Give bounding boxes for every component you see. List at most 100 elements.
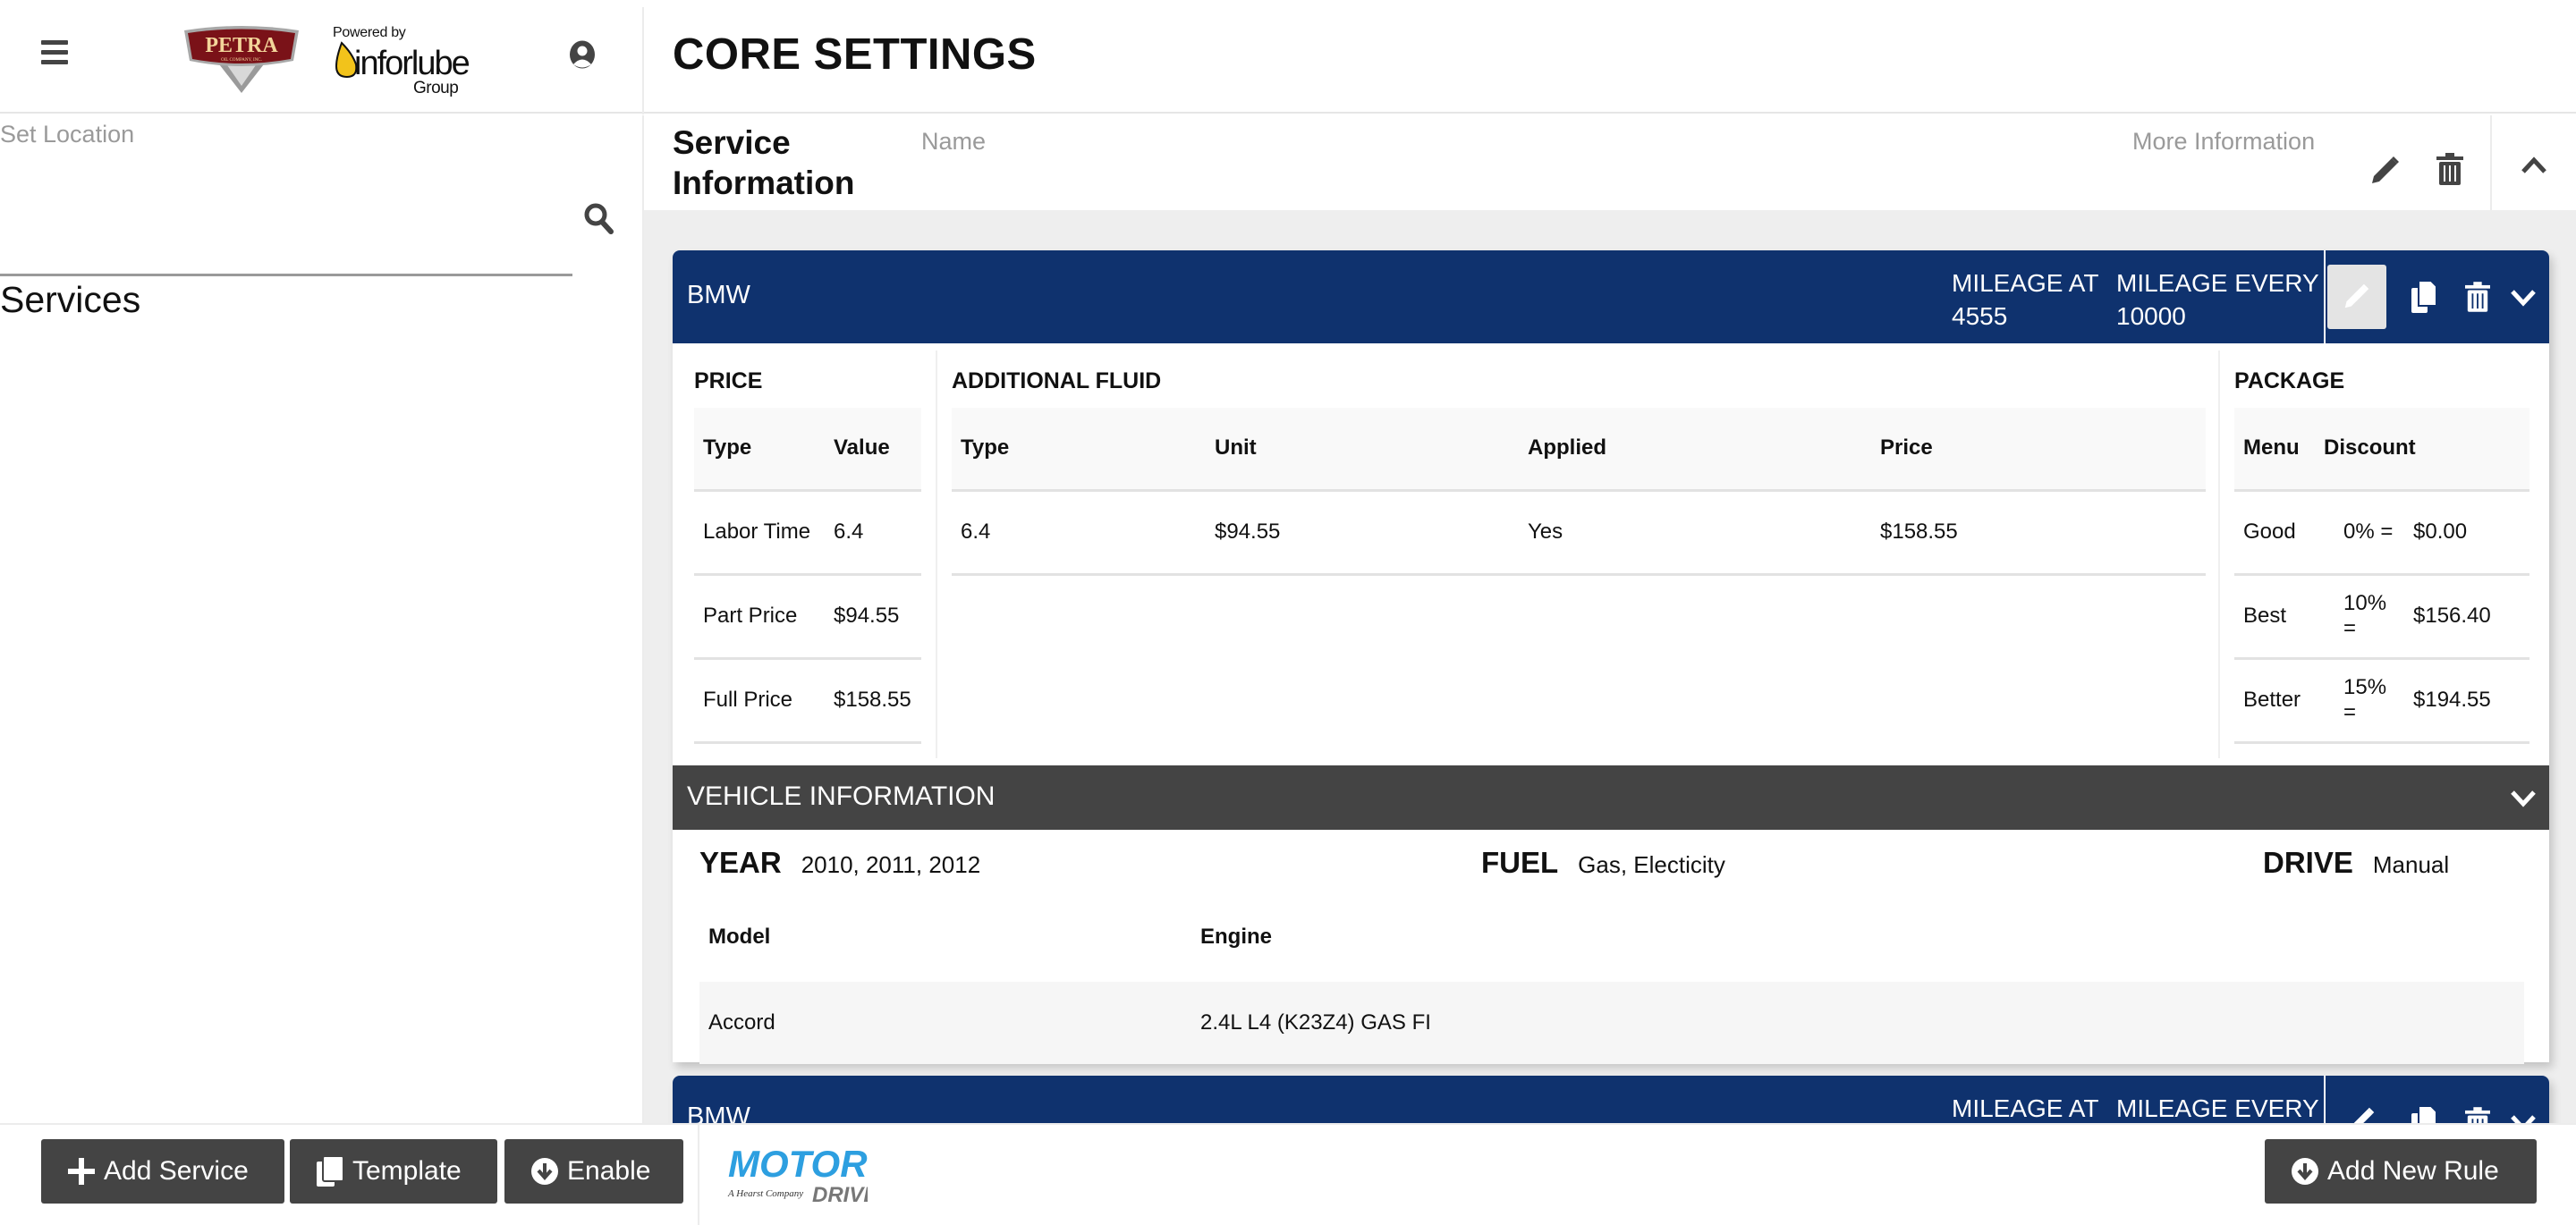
chevron-up-icon[interactable] [2521, 155, 2547, 174]
enable-button[interactable]: Enable [504, 1139, 683, 1204]
services-heading: Services [0, 279, 141, 320]
template-label: Template [352, 1156, 462, 1186]
inforlube-brand: inforlube [354, 45, 470, 82]
table-row: 6.4 $94.55 Yes $158.55 [952, 490, 2206, 576]
cell: 6.4 [952, 490, 1206, 576]
column-separator [936, 351, 937, 758]
table-row: Part Price $94.55 [694, 574, 921, 660]
arrow-circle-down-icon [531, 1158, 558, 1185]
cell: Better [2234, 658, 2315, 744]
mileage-every-value: 10000 [2116, 302, 2186, 330]
fuel-label: FUEL [1481, 846, 1559, 879]
cell: Good [2234, 490, 2315, 576]
title-line-1: Service [673, 124, 791, 161]
petra-logo: PETRA OIL COMPANY, INC. [179, 21, 304, 93]
page-title: CORE SETTINGS [673, 30, 1037, 79]
table-row: Accord 2.4L L4 (K23Z4) GAS FI [699, 982, 2524, 1064]
enable-label: Enable [567, 1156, 651, 1186]
user-circle-icon[interactable] [569, 40, 596, 69]
app-header: PETRA OIL COMPANY, INC. Powered by infor… [0, 0, 2576, 114]
rule-card-body: PRICE Type Value Labor Time 6.4 Part Pric… [673, 343, 2549, 765]
mileage-at: MILEAGE AT 4555 [1952, 266, 2098, 333]
rule-card-header[interactable]: BMW MILEAGE AT 4555 MILEAGE EVERY 10000 [673, 250, 2549, 343]
name-label: Name [921, 128, 987, 155]
main-content: Service Information Name More Informatio… [644, 115, 2576, 1123]
motor-driven-logo: MOTOR A Hearst Company DRIVEN [724, 1145, 868, 1207]
template-button[interactable]: Template [290, 1139, 497, 1204]
hamburger-menu-icon[interactable] [41, 40, 68, 65]
inforlube-logo: Powered by inforlube Group [333, 25, 470, 97]
add-service-label: Add Service [104, 1156, 249, 1186]
cell: 0% = [2315, 490, 2404, 576]
package-section-title: PACKAGE [2234, 368, 2345, 393]
rule-card: BMW MILEAGE AT MILEAGE EVERY [673, 1076, 2549, 1123]
cell: 15% = [2315, 658, 2404, 744]
svg-text:MOTOR: MOTOR [728, 1145, 868, 1185]
package-table: Menu Discount Good 0% = $0.00 Best 10% = $15… [2234, 408, 2529, 744]
edit-rule-button[interactable] [2327, 265, 2386, 329]
cell: $156.40 [2404, 574, 2529, 660]
cell: Full Price [694, 658, 825, 744]
price-section-title: PRICE [694, 368, 763, 393]
pencil-icon[interactable] [2349, 1106, 2375, 1123]
mileage-every-label: MILEAGE EVERY [2116, 269, 2319, 297]
rule-card: BMW MILEAGE AT 4555 MILEAGE EVERY 10000 [673, 250, 2549, 1064]
vehicle-table: Model Engine Accord 2.4L L4 (K23Z4) GAS … [699, 892, 2524, 1064]
cell: $158.55 [825, 658, 921, 744]
column-separator [2218, 351, 2220, 758]
additional-fluid-section-title: ADDITIONAL FLUID [952, 368, 1162, 393]
header-divider [642, 7, 644, 114]
card-header-separator [2324, 250, 2326, 343]
copy-icon[interactable] [2411, 281, 2436, 313]
fluid-header-price: Price [1871, 408, 2206, 492]
svg-text:DRIVEN: DRIVEN [812, 1183, 868, 1207]
copy-icon[interactable] [2411, 1106, 2436, 1123]
cell: $94.55 [825, 574, 921, 660]
cell: $194.55 [2404, 658, 2529, 744]
trash-icon[interactable] [2465, 281, 2490, 313]
location-input-underline [0, 273, 572, 276]
fuel-value: Gas, Electicity [1578, 851, 1725, 878]
fluid-header-applied: Applied [1519, 408, 1871, 492]
table-row: Good 0% = $0.00 [2234, 490, 2529, 576]
rule-card-header[interactable]: BMW MILEAGE AT MILEAGE EVERY [673, 1076, 2549, 1123]
mileage-at-label: MILEAGE AT [1952, 1094, 2099, 1122]
chevron-down-icon[interactable] [2510, 789, 2537, 808]
service-information-bar: Service Information Name More Informatio… [644, 115, 2576, 210]
table-row: Better 15% = $194.55 [2234, 658, 2529, 744]
vehicle-information-title: VEHICLE INFORMATION [687, 781, 996, 811]
search-icon[interactable] [583, 202, 614, 234]
add-service-button[interactable]: Add Service [41, 1139, 284, 1204]
year-label: YEAR [699, 846, 782, 879]
cell: $94.55 [1206, 490, 1519, 576]
arrow-circle-down-icon [2292, 1158, 2318, 1185]
fluid-header-type: Type [952, 408, 1206, 492]
table-row: Labor Time 6.4 [694, 490, 921, 576]
location-search-input[interactable] [0, 169, 572, 258]
chevron-down-icon[interactable] [2510, 1113, 2537, 1123]
fluid-header-unit: Unit [1206, 408, 1519, 492]
rule-make: BMW [687, 1102, 750, 1123]
drive-field: DRIVE Manual [2263, 846, 2449, 880]
trash-icon[interactable] [2465, 1106, 2490, 1123]
chevron-down-icon[interactable] [2510, 288, 2537, 308]
fuel-field: FUEL Gas, Electicity [1481, 846, 1725, 880]
table-row: Best 10% = $156.40 [2234, 574, 2529, 660]
svg-text:OIL COMPANY, INC.: OIL COMPANY, INC. [221, 58, 262, 63]
add-new-rule-button[interactable]: Add New Rule [2265, 1139, 2537, 1204]
additional-fluid-table: Type Unit Applied Price 6.4 $94.55 Yes $… [952, 408, 2206, 576]
trash-icon[interactable] [2436, 153, 2463, 185]
mileage-every-label: MILEAGE EVERY [2116, 1094, 2319, 1122]
cell: Accord [699, 982, 1191, 1064]
add-new-rule-label: Add New Rule [2327, 1156, 2499, 1186]
pencil-icon[interactable] [2370, 155, 2401, 185]
cell: 10% = [2315, 574, 2404, 660]
svg-text:A Hearst Company: A Hearst Company [727, 1188, 803, 1199]
mileage-at-label: MILEAGE AT [1952, 269, 2099, 297]
price-header-type: Type [694, 408, 825, 492]
package-header-discount: Discount [2315, 408, 2529, 492]
set-location-label: Set Location [0, 121, 135, 148]
copy-icon [317, 1156, 343, 1187]
price-table: Type Value Labor Time 6.4 Part Price $94.5… [694, 408, 921, 744]
vehicle-information-bar[interactable]: VEHICLE INFORMATION [673, 765, 2549, 830]
